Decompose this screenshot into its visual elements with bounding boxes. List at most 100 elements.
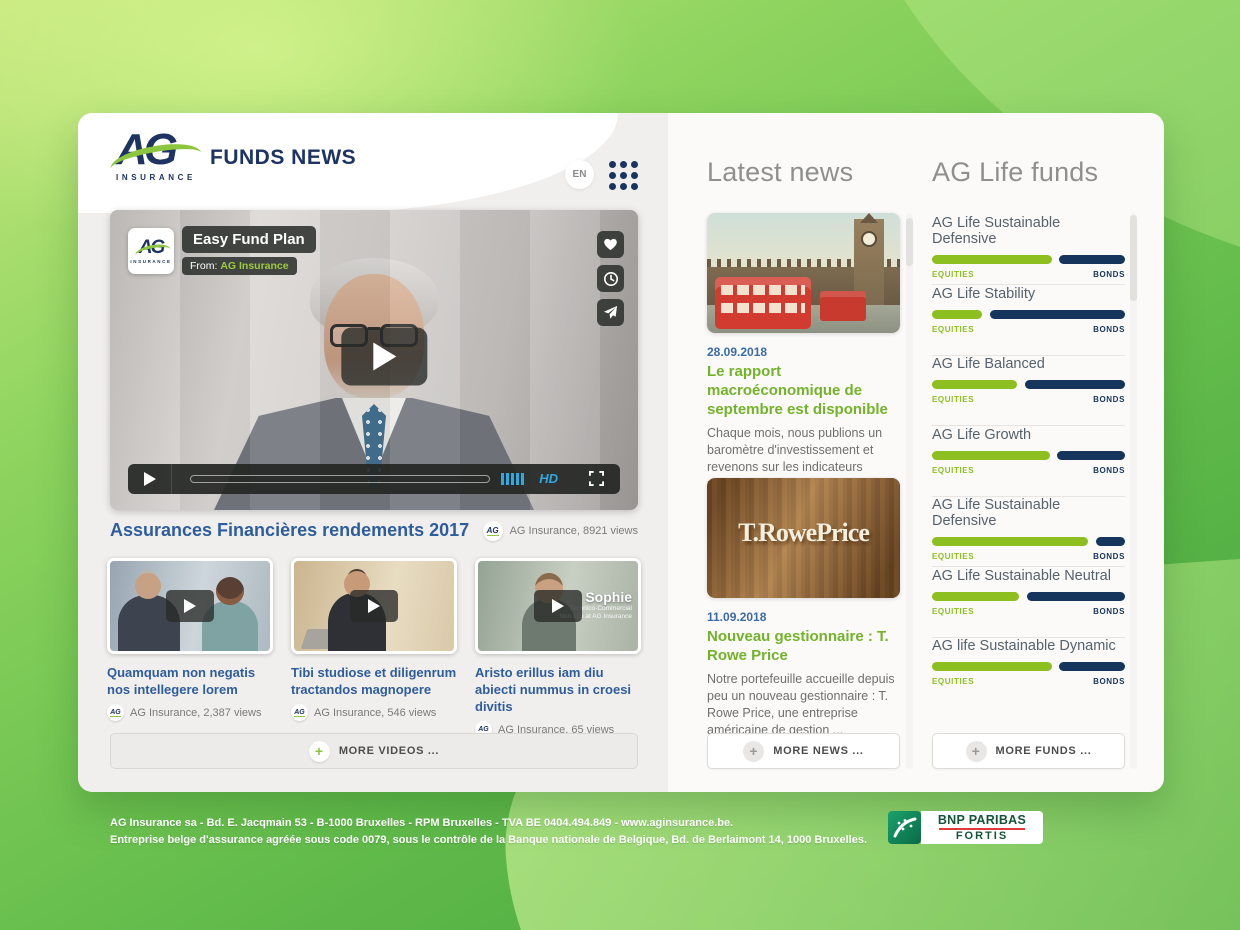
video-card-title[interactable]: Aristo erillus iam diu abiecti nummus in… bbox=[475, 664, 641, 715]
plus-icon: + bbox=[966, 741, 987, 762]
video-thumbnail[interactable] bbox=[107, 558, 273, 654]
news-item[interactable]: 28.09.2018 Le rapport macroéconomique de… bbox=[707, 213, 900, 493]
from-label: From: bbox=[190, 260, 217, 272]
more-videos-button[interactable]: + MORE VIDEOS ... bbox=[110, 733, 638, 769]
video-card-views: AG Insurance, 2,387 views bbox=[130, 707, 261, 719]
play-icon bbox=[551, 598, 565, 614]
bnp-paribas-fortis-logo[interactable]: BNP PARIBAS FORTIS bbox=[888, 811, 1043, 844]
allocation-bars bbox=[932, 310, 1125, 319]
play-icon bbox=[143, 471, 157, 487]
volume-bars-icon[interactable] bbox=[501, 473, 524, 485]
fund-row[interactable]: AG Life Stability EQUITIESBONDS bbox=[932, 286, 1125, 356]
main-card: AG INSURANCE FUNDS NEWS EN AG INSURANCE … bbox=[78, 113, 1164, 792]
equities-bar bbox=[932, 592, 1019, 601]
bnp-wordmark: BNP PARIBAS FORTIS bbox=[921, 811, 1043, 844]
allocation-bars bbox=[932, 662, 1125, 671]
video-thumbnail[interactable]: Sophie Technico-Commercial Non Life at A… bbox=[475, 558, 641, 654]
play-overlay-button[interactable] bbox=[350, 590, 398, 622]
equities-bar bbox=[932, 662, 1052, 671]
featured-attribution: AG AG Insurance, 8921 views bbox=[483, 521, 638, 541]
video-card-views: AG Insurance, 546 views bbox=[314, 707, 436, 719]
allocation-bars bbox=[932, 451, 1125, 460]
video-from-badge: From: AG Insurance bbox=[182, 257, 297, 275]
news-scrollbar-track[interactable] bbox=[906, 213, 913, 769]
watch-later-button[interactable] bbox=[597, 265, 624, 292]
more-funds-button[interactable]: + MORE FUNDS ... bbox=[932, 733, 1125, 769]
video-title-badge: Easy Fund Plan bbox=[182, 226, 316, 253]
fund-row[interactable]: AG Life Balanced EQUITIESBONDS bbox=[932, 356, 1125, 426]
bonds-bar bbox=[1059, 662, 1125, 671]
bonds-bar bbox=[1096, 537, 1125, 546]
allocation-bars bbox=[932, 380, 1125, 389]
menu-grid-icon[interactable] bbox=[609, 161, 638, 190]
news-scrollbar-thumb[interactable] bbox=[906, 218, 913, 266]
share-button[interactable] bbox=[597, 299, 624, 326]
player-controls: HD bbox=[128, 464, 620, 494]
funds-heading: AG Life funds bbox=[932, 157, 1098, 188]
allocation-bars bbox=[932, 255, 1125, 264]
equities-bar bbox=[932, 380, 1017, 389]
page-background: AG INSURANCE FUNDS NEWS EN AG INSURANCE … bbox=[0, 0, 1240, 930]
bonds-bar bbox=[1057, 451, 1125, 460]
ag-avatar: AG bbox=[107, 704, 124, 721]
footer-line-1: AG Insurance sa - Bd. E. Jacqmain 53 - B… bbox=[110, 815, 867, 832]
video-action-buttons bbox=[597, 231, 624, 326]
news-item[interactable]: T.RowePrice 11.09.2018 Nouveau gestionna… bbox=[707, 478, 900, 739]
ag-avatar: AG bbox=[291, 704, 308, 721]
video-channel-logo: AG INSURANCE bbox=[128, 228, 174, 274]
equities-bar bbox=[932, 255, 1052, 264]
clock-icon bbox=[603, 271, 619, 287]
video-card: Tibi studiose et diligenrum tractandos m… bbox=[291, 558, 457, 721]
play-icon bbox=[183, 598, 197, 614]
from-value: AG Insurance bbox=[220, 260, 288, 272]
news-date: 11.09.2018 bbox=[707, 610, 900, 624]
allocation-bars bbox=[932, 592, 1125, 601]
equities-bar bbox=[932, 451, 1050, 460]
equities-bar bbox=[932, 537, 1088, 546]
news-image-trowe-price: T.RowePrice bbox=[707, 478, 900, 598]
video-card-title[interactable]: Tibi studiose et diligenrum tractandos m… bbox=[291, 664, 457, 698]
video-card-title[interactable]: Quamquam non negatis nos intellegere lor… bbox=[107, 664, 273, 698]
fund-row[interactable]: AG Life Sustainable Neutral EQUITIESBOND… bbox=[932, 568, 1125, 638]
favorite-button[interactable] bbox=[597, 231, 624, 258]
bonds-bar bbox=[1027, 592, 1125, 601]
fund-row[interactable]: AG Life Sustainable Defensive EQUITIESBO… bbox=[932, 215, 1125, 285]
play-button-small[interactable] bbox=[128, 464, 172, 494]
news-heading: Latest news bbox=[707, 157, 853, 188]
video-card: Quamquam non negatis nos intellegere lor… bbox=[107, 558, 273, 721]
progress-bar[interactable] bbox=[190, 475, 490, 483]
news-title[interactable]: Nouveau gestionnaire : T. Rowe Price bbox=[707, 627, 900, 665]
play-overlay-button[interactable] bbox=[534, 590, 582, 622]
video-card: Sophie Technico-Commercial Non Life at A… bbox=[475, 558, 641, 738]
video-thumbnail[interactable] bbox=[291, 558, 457, 654]
featured-video-title: Assurances Financières rendements 2017 bbox=[110, 520, 469, 541]
play-button-large[interactable] bbox=[341, 328, 427, 386]
news-title[interactable]: Le rapport macroéconomique de septembre … bbox=[707, 362, 900, 419]
bnp-emblem-icon bbox=[888, 811, 921, 844]
page-title: FUNDS NEWS bbox=[210, 146, 356, 170]
footer-line-2: Entreprise belge d'assurance agréée sous… bbox=[110, 832, 867, 849]
fund-row[interactable]: AG Life Growth EQUITIESBONDS bbox=[932, 427, 1125, 497]
paper-plane-icon bbox=[603, 305, 618, 320]
heart-icon bbox=[603, 237, 618, 252]
language-button[interactable]: EN bbox=[565, 160, 594, 189]
plus-icon: + bbox=[743, 741, 764, 762]
funds-scrollbar-thumb[interactable] bbox=[1130, 215, 1137, 301]
footer-legal-text: AG Insurance sa - Bd. E. Jacqmain 53 - B… bbox=[110, 815, 867, 849]
equities-bar bbox=[932, 310, 982, 319]
featured-views: AG Insurance, 8921 views bbox=[510, 525, 638, 537]
fund-row[interactable]: AG life Sustainable Dynamic EQUITIESBOND… bbox=[932, 638, 1125, 708]
video-player[interactable]: AG INSURANCE Easy Fund Plan From: AG Ins… bbox=[110, 210, 638, 510]
hd-badge[interactable]: HD bbox=[539, 471, 558, 486]
news-image-london bbox=[707, 213, 900, 333]
plus-icon: + bbox=[309, 741, 330, 762]
play-icon bbox=[367, 598, 381, 614]
fund-row[interactable]: AG Life Sustainable Defensive EQUITIESBO… bbox=[932, 497, 1125, 567]
fullscreen-button[interactable] bbox=[589, 471, 604, 491]
ag-avatar: AG bbox=[483, 521, 503, 541]
more-news-button[interactable]: + MORE NEWS ... bbox=[707, 733, 900, 769]
play-overlay-button[interactable] bbox=[166, 590, 214, 622]
fullscreen-icon bbox=[589, 471, 604, 486]
news-excerpt: Notre portefeuille accueille depuis peu … bbox=[707, 671, 900, 739]
bonds-bar bbox=[1059, 255, 1125, 264]
